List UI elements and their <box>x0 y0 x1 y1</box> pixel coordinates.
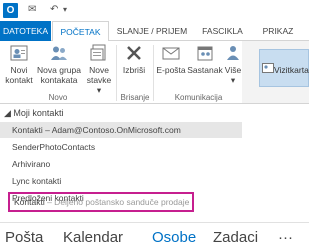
new-contact-label: Novi kontakt <box>5 65 33 85</box>
undo-icon[interactable]: ↶ <box>50 4 58 16</box>
business-card-view-button[interactable]: Vizitkarta <box>259 49 309 87</box>
email-label: E-pošta <box>156 65 186 75</box>
new-items-icon <box>90 44 106 61</box>
delete-x-icon <box>127 46 141 60</box>
folder-item[interactable]: SenderPhotoContacts <box>12 142 95 152</box>
bottom-navigation: Pošta Kalendar Osobe Zadaci ··· <box>0 222 309 251</box>
current-view-pane: Vizitkarta <box>242 41 309 104</box>
group-label-communication: Komunikacija <box>174 93 223 102</box>
nav-more[interactable]: ··· <box>278 229 293 247</box>
business-card-icon <box>262 63 274 73</box>
email-button[interactable]: E-pošta <box>155 43 187 75</box>
nav-mail[interactable]: Pošta <box>5 229 43 247</box>
business-card-label: Vizitkarta <box>274 65 309 75</box>
folder-item[interactable]: Arhivirano <box>12 159 50 169</box>
my-contacts-header[interactable]: ◢ Moji kontakti <box>4 108 63 119</box>
tab-home[interactable]: POČETAK <box>52 21 109 42</box>
dropdown-icon[interactable]: ▾ <box>63 4 67 16</box>
shared-folder-name: Kontakti <box>14 197 45 207</box>
delete-label: Izbriši <box>122 65 146 75</box>
tab-file[interactable]: DATOTEKA <box>0 21 51 41</box>
group-label-new: Novo <box>48 93 68 102</box>
meeting-calendar-icon <box>197 46 213 61</box>
new-contact-group-button[interactable]: Nova grupa kontakata <box>36 43 82 85</box>
title-bar: O ✉ ↶ ▾ <box>0 0 309 21</box>
nav-calendar[interactable]: Kalendar <box>63 229 123 247</box>
outlook-app-icon: O <box>3 3 18 18</box>
shared-mailbox-contacts-folder[interactable]: Kontakti – Deljeno poštansko sanduče pro… <box>8 192 194 212</box>
nav-people[interactable]: Osobe <box>152 229 196 247</box>
new-contact-icon <box>10 45 28 61</box>
tab-view[interactable]: PRIKAZ <box>253 21 303 41</box>
tab-send-receive[interactable]: SLANJE / PRIJEM <box>112 21 192 41</box>
meeting-label: Sastanak <box>187 65 223 75</box>
delete-button[interactable]: Izbriši <box>118 43 150 75</box>
more-label: Više ▾ <box>224 65 242 85</box>
shared-folder-detail: – Deljeno poštansko sanduče prodaje <box>47 197 190 207</box>
more-people-icon <box>227 46 239 60</box>
group-label-delete: Brisanje <box>120 93 150 102</box>
contact-group-icon <box>51 46 67 60</box>
meeting-button[interactable]: Sastanak <box>187 43 223 75</box>
envelope-icon[interactable]: ✉ <box>28 4 36 16</box>
ribbon-tabs: DATOTEKA POČETAK SLANJE / PRIJEM FASCIKL… <box>0 21 309 42</box>
email-envelope-icon <box>162 47 180 60</box>
nav-tasks[interactable]: Zadaci <box>213 229 258 247</box>
ribbon-separator <box>116 45 117 101</box>
new-items-label: Nove stavke ▾ <box>86 65 112 95</box>
folder-item[interactable]: Lync kontakti <box>12 176 61 186</box>
folder-item[interactable]: Kontakti – Adam@Contoso.OnMicrosoft.com <box>0 122 242 138</box>
ribbon-separator <box>153 45 154 101</box>
tab-folder[interactable]: FASCIKLA <box>195 21 250 41</box>
new-contact-button[interactable]: Novi kontakt <box>4 43 34 85</box>
new-contact-group-label: Nova grupa kontakata <box>37 65 81 85</box>
more-button[interactable]: Više ▾ <box>224 43 242 85</box>
new-items-button[interactable]: Nove stavke ▾ <box>84 43 114 95</box>
